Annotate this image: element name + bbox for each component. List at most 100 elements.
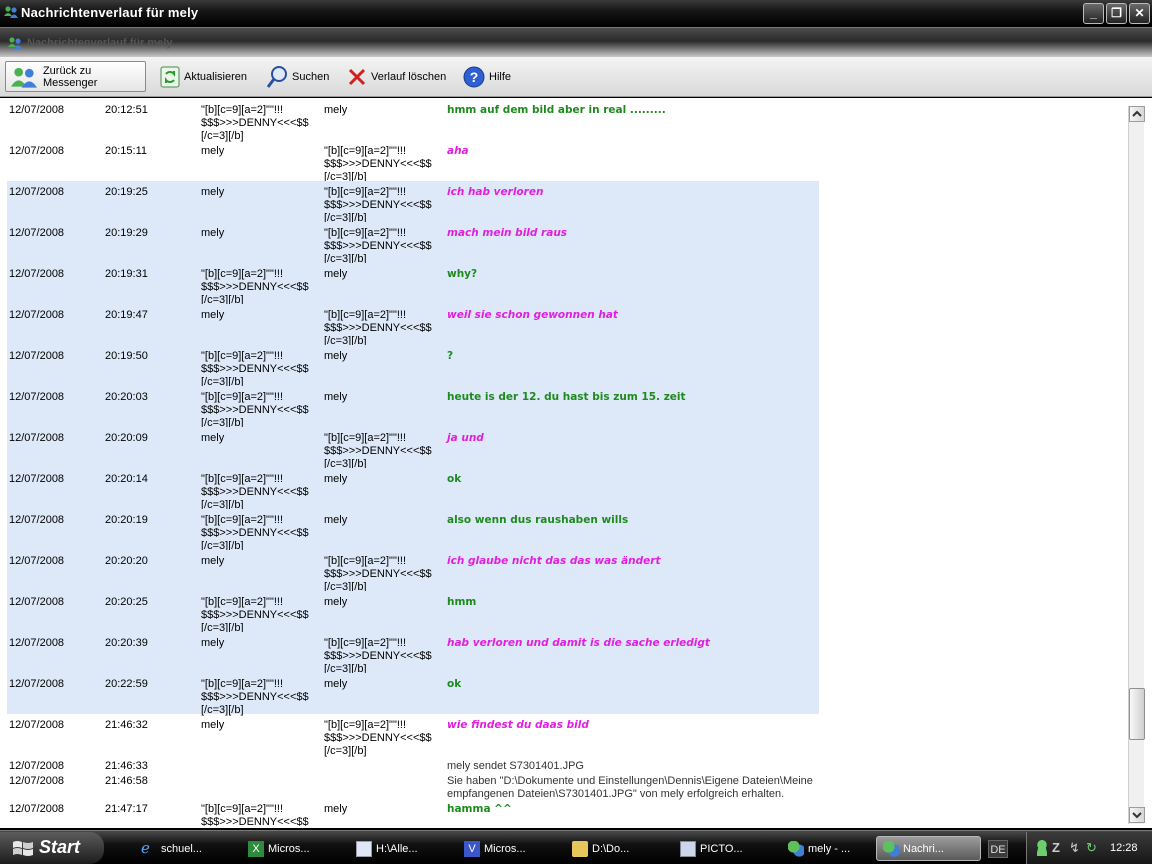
log-message: heute is der 12. du hast bis zum 15. zei… <box>447 391 686 403</box>
clock: 12:28 <box>1110 842 1138 854</box>
log-sender: "[b][c=9][a=2]""!!! $$$>>>DENNY<<<$$ [/c… <box>201 596 309 634</box>
log-sender: "[b][c=9][a=2]""!!! $$$>>>DENNY<<<$$ [/c… <box>201 391 309 429</box>
log-row: 12/07/2008 20:20:19 "[b][c=9][a=2]""!!! $$… <box>7 509 819 552</box>
scroll-thumb[interactable] <box>1129 688 1145 740</box>
log-time: 20:19:50 <box>105 350 148 362</box>
delete-history-button[interactable]: Verlauf löschen <box>347 61 446 92</box>
task-history-window[interactable]: Nachri... <box>876 836 981 861</box>
task-visio[interactable]: V Micros... <box>464 836 526 861</box>
log-date: 12/07/2008 <box>9 104 65 116</box>
log-recipient: mely <box>324 678 348 690</box>
log-sender: mely <box>201 145 225 157</box>
search-button[interactable]: Suchen <box>266 61 329 92</box>
log-date: 12/07/2008 <box>9 227 65 239</box>
log-date: 12/07/2008 <box>9 391 65 403</box>
task-picture[interactable]: PICTO... <box>680 836 743 861</box>
restore-button[interactable]: ❐ <box>1106 3 1127 24</box>
task-folder-h[interactable]: H:\Alle... <box>356 836 418 861</box>
log-time: 20:20:25 <box>105 596 148 608</box>
log-time: 20:20:20 <box>105 555 148 567</box>
log-recipient: mely <box>324 514 348 526</box>
log-row: 12/07/2008 20:20:03 "[b][c=9][a=2]""!!! $$… <box>7 386 819 429</box>
log-row: 12/07/2008 20:19:47 mely "[b][c=9][a=2]""!!… <box>7 304 819 347</box>
log-row: 12/07/2008 20:20:14 "[b][c=9][a=2]""!!! $$… <box>7 468 819 511</box>
log-row: 12/07/2008 20:19:25 mely "[b][c=9][a=2]""!!… <box>7 181 819 224</box>
close-button[interactable]: ✕ <box>1129 3 1150 24</box>
log-sender: "[b][c=9][a=2]""!!! $$$>>>DENNY<<<$$ [/c… <box>201 678 309 716</box>
picture-icon <box>680 840 696 857</box>
internet-explorer-icon: ℯ <box>141 839 150 857</box>
chevron-down-icon <box>1132 812 1142 819</box>
delete-x-icon <box>348 68 366 85</box>
log-time: 21:46:58 <box>105 775 148 787</box>
log-row: 12/07/2008 20:15:11 mely "[b][c=9][a=2]""!!… <box>7 140 819 183</box>
zonealarm-icon[interactable]: Z <box>1052 840 1066 856</box>
task-ie[interactable]: ℯ schuel... <box>141 836 202 861</box>
log-date: 12/07/2008 <box>9 268 65 280</box>
toolbar: Zurück zu Messenger Aktualisieren Suchen… <box>0 57 1152 97</box>
log-row: 12/07/2008 20:20:39 mely "[b][c=9][a=2]""!!… <box>7 632 819 675</box>
log-row: 12/07/2008 20:20:09 mely "[b][c=9][a=2]""!!… <box>7 427 819 470</box>
help-button[interactable]: ? Hilfe <box>463 61 511 92</box>
messenger-buddies-icon <box>4 6 18 18</box>
log-time: 20:19:29 <box>105 227 148 239</box>
scroll-up-button[interactable] <box>1129 106 1145 122</box>
folder-icon <box>572 840 588 857</box>
back-to-messenger-button[interactable]: Zurück zu Messenger <box>5 61 146 92</box>
log-sender: mely <box>201 555 225 567</box>
log-recipient: "[b][c=9][a=2]""!!! $$$>>>DENNY<<<$$ [/c… <box>324 309 432 347</box>
windows-logo-icon <box>13 841 33 856</box>
log-sender: "[b][c=9][a=2]""!!! $$$>>>DENNY<<<$$ [/c… <box>201 473 309 511</box>
task-folder-d[interactable]: D:\Do... <box>572 836 629 861</box>
log-time: 20:20:09 <box>105 432 148 444</box>
log-row: 12/07/2008 21:47:17 "[b][c=9][a=2]""!!! $$… <box>7 798 819 828</box>
task-mely-chat[interactable]: mely - ... <box>788 836 850 861</box>
log-recipient: mely <box>324 104 348 116</box>
antivirus-icon[interactable]: ↯ <box>1069 840 1083 856</box>
log-sender: mely <box>201 432 225 444</box>
log-date: 12/07/2008 <box>9 775 65 787</box>
refresh-button[interactable]: Aktualisieren <box>160 61 247 92</box>
messenger-status-icon[interactable] <box>1035 840 1049 856</box>
task-label: H:\Alle... <box>376 842 418 855</box>
help-label: Hilfe <box>489 70 512 83</box>
log-time: 20:20:14 <box>105 473 148 485</box>
log-recipient: mely <box>324 473 348 485</box>
log-date: 12/07/2008 <box>9 145 65 157</box>
log-time: 20:12:51 <box>105 104 148 116</box>
log-message: hab verloren und damit is die sache erle… <box>447 637 710 649</box>
chevron-up-icon <box>1132 110 1142 117</box>
visio-icon: V <box>464 840 480 857</box>
minimize-button[interactable]: _ <box>1083 3 1104 24</box>
scroll-down-button[interactable] <box>1129 807 1145 823</box>
task-excel[interactable]: X Micros... <box>248 836 310 861</box>
log-sender: mely <box>201 309 225 321</box>
log-row: 12/07/2008 20:19:29 mely "[b][c=9][a=2]""!!… <box>7 222 819 265</box>
log-row: 12/07/2008 20:22:59 "[b][c=9][a=2]""!!! $$… <box>7 673 819 716</box>
log-sender: mely <box>201 637 225 649</box>
window-title: Nachrichtenverlauf für mely <box>21 5 199 20</box>
log-recipient: "[b][c=9][a=2]""!!! $$$>>>DENNY<<<$$ [/c… <box>324 719 432 757</box>
log-message: ja und <box>447 432 484 444</box>
title-bar: Nachrichtenverlauf für mely _ ❐ ✕ <box>0 0 1152 27</box>
start-button[interactable]: Start <box>0 832 104 864</box>
log-date: 12/07/2008 <box>9 473 65 485</box>
task-label: PICTO... <box>700 842 743 855</box>
log-sender: mely <box>201 719 225 731</box>
network-icon[interactable]: ↻ <box>1086 840 1100 856</box>
log-message: aha <box>447 145 469 157</box>
log-time: 21:47:17 <box>105 803 148 815</box>
log-date: 12/07/2008 <box>9 803 65 815</box>
task-label: Micros... <box>268 842 310 855</box>
log-message: hmm auf dem bild aber in real ......... <box>447 104 666 116</box>
task-label: schuel... <box>161 842 202 855</box>
log-time: 20:20:03 <box>105 391 148 403</box>
language-indicator[interactable]: DE <box>988 840 1008 858</box>
log-message: weil sie schon gewonnen hat <box>447 309 618 321</box>
log-date: 12/07/2008 <box>9 555 65 567</box>
delete-history-label: Verlauf löschen <box>371 70 447 83</box>
log-recipient: mely <box>324 391 348 403</box>
messenger-buddies-icon <box>788 840 804 857</box>
history-header: Nachrichtenverlauf für mely <box>0 27 1152 57</box>
vertical-scrollbar[interactable] <box>1128 106 1145 824</box>
